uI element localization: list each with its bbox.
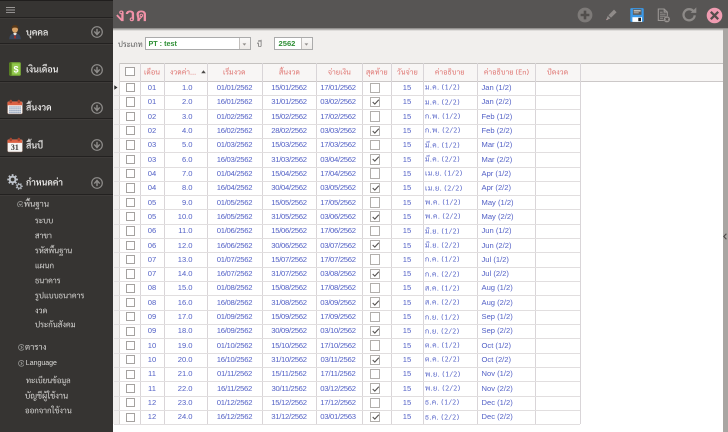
svg-text:$: $ [13,65,18,75]
svg-text:31: 31 [11,143,19,152]
